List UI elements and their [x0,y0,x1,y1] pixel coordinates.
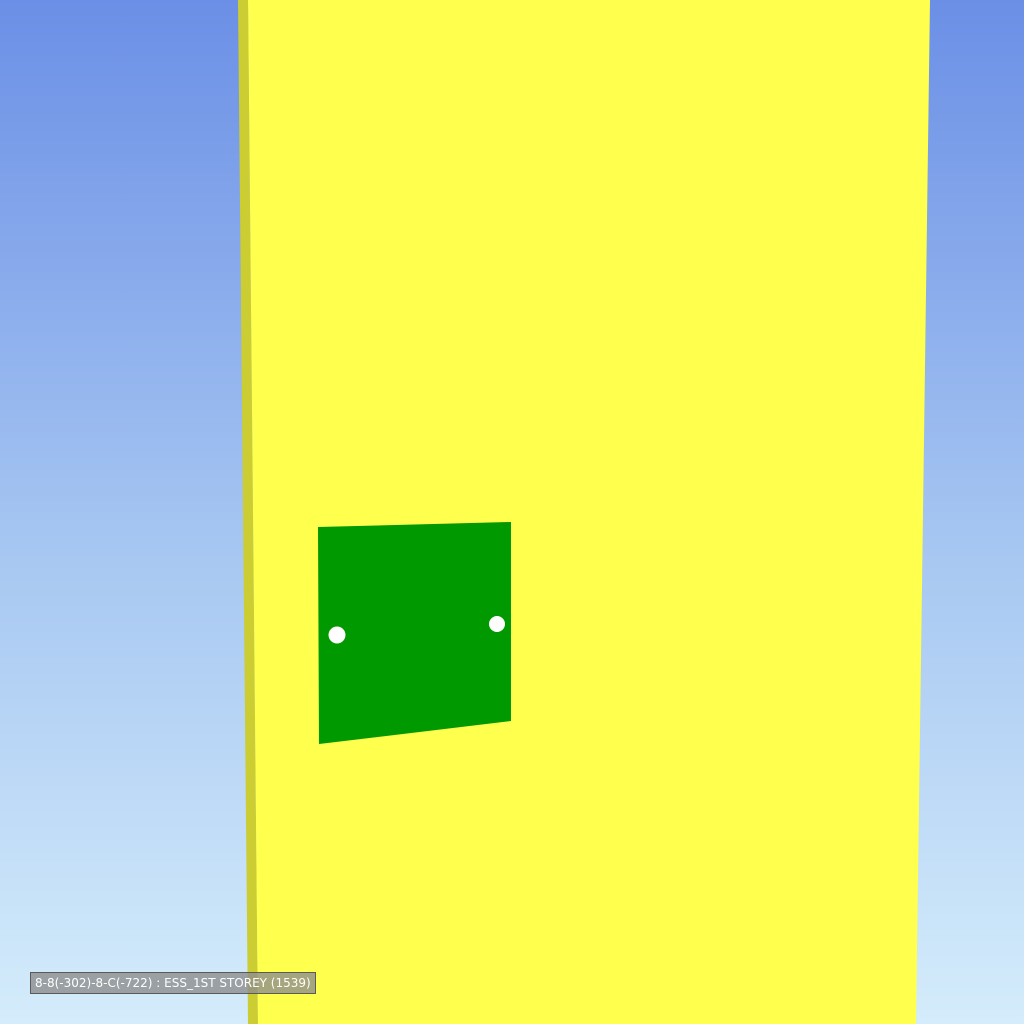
bolt-left[interactable] [328,626,346,644]
model-scene[interactable] [0,0,1024,1024]
connection-plate[interactable] [318,522,511,744]
selection-status-label: 8-8(-302)-8-C(-722) : ESS_1ST STOREY (15… [30,972,316,994]
column-front-face[interactable] [248,0,930,1024]
3d-viewport[interactable]: 8-8(-302)-8-C(-722) : ESS_1ST STOREY (15… [0,0,1024,1024]
bolt-right[interactable] [489,616,505,632]
